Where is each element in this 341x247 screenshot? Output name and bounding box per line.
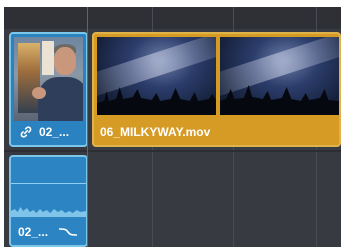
person-hand [32,87,46,99]
fade-curve-icon[interactable] [58,226,78,238]
clip-frame [97,37,216,115]
poster-image [42,41,54,75]
clip-footer: 02_... [11,219,86,245]
link-icon[interactable] [19,125,33,139]
audio-waveform [11,207,86,217]
person-head [54,47,76,75]
clip-label: 06_MILKYWAY.mov [100,125,211,139]
clip-frame [220,37,339,115]
clip-label: 02_... [39,125,70,139]
video-clip-interview[interactable]: 02_... [9,32,88,147]
clip-footer: 02_... [11,119,86,145]
clip-footer: 06_MILKYWAY.mov [94,119,339,145]
timeline-ruler[interactable] [4,7,341,29]
clip-label: 02_... [18,225,49,239]
timeline: 02_... 06_MILKYWAY.mov 02_... [4,7,341,247]
poster-image [18,43,40,113]
volume-line[interactable] [11,183,86,184]
video-clip-milkyway[interactable]: 06_MILKYWAY.mov [92,32,341,147]
clip-thumbnails [97,37,339,115]
playhead[interactable] [87,7,88,247]
person-shirt [38,77,83,121]
audio-clip[interactable]: 02_... [9,155,88,247]
track-separator [4,150,341,152]
clip-thumbnail [14,37,83,121]
